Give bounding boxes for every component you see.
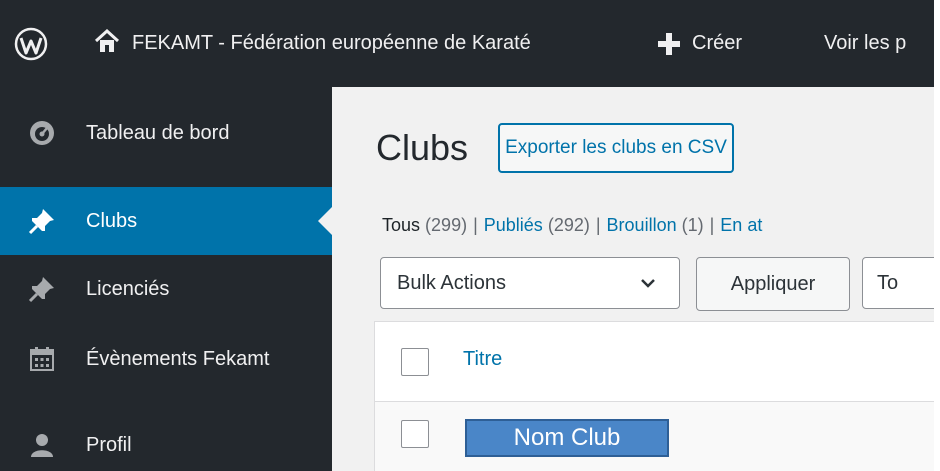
filter-published[interactable]: Publiés (292) (484, 215, 590, 235)
sidebar-item-clubs[interactable]: Clubs (0, 187, 332, 255)
filter-draft-label: Brouillon (606, 215, 677, 235)
site-name-link[interactable]: FEKAMT - Fédération européenne de Karaté (94, 0, 531, 87)
plus-icon (658, 32, 680, 55)
home-icon (94, 28, 120, 59)
sidebar-item-profil[interactable]: Profil (0, 423, 332, 467)
admin-sidebar: Tableau de bord Clubs Licenciés Évènemen… (0, 87, 332, 471)
sidebar-item-label: Profil (86, 433, 132, 456)
posts-table: Titre Nom Club (374, 321, 934, 471)
filter-all[interactable]: Tous (299) (382, 215, 467, 235)
filter-draft[interactable]: Brouillon (1) (607, 215, 704, 235)
sidebar-item-licencies[interactable]: Licenciés (0, 267, 332, 311)
pushpin-icon (28, 207, 56, 235)
status-filter-links: Tous (299) | Publiés (292) | Brouillon (1) | E… (382, 215, 762, 236)
new-content-button[interactable]: Créer (658, 0, 742, 87)
sidebar-item-dashboard[interactable]: Tableau de bord (0, 111, 332, 155)
admin-bar: FEKAMT - Fédération européenne de Karaté… (0, 0, 934, 87)
view-site-label: Voir les p (824, 32, 907, 54)
table-row: Nom Club (375, 402, 934, 471)
apply-button[interactable]: Appliquer (696, 257, 850, 311)
date-filter-select[interactable]: To (862, 257, 934, 309)
select-all-checkbox[interactable] (401, 348, 429, 376)
chevron-down-icon (639, 272, 657, 300)
column-header-title[interactable]: Titre (463, 348, 502, 371)
pushpin-icon (28, 275, 56, 303)
separator: | (473, 215, 478, 235)
filter-all-count: (299) (425, 215, 468, 235)
separator: | (709, 215, 715, 235)
wordpress-icon[interactable] (14, 0, 48, 87)
site-name: FEKAMT - Fédération européenne de Karaté (132, 32, 531, 54)
page-title: Clubs (376, 127, 469, 168)
bulk-actions-select[interactable]: Bulk Actions (380, 257, 680, 309)
active-indicator-arrow (318, 207, 332, 235)
sidebar-item-label: Clubs (86, 209, 138, 232)
main-content: Clubs Exporter les clubs en CSV Tous (29… (332, 87, 934, 471)
row-checkbox[interactable] (401, 420, 429, 448)
calendar-icon (28, 345, 56, 373)
table-header-row: Titre (375, 322, 934, 402)
filter-all-label: Tous (382, 215, 421, 235)
filter-published-label: Publiés (483, 215, 543, 235)
export-csv-button[interactable]: Exporter les clubs en CSV (498, 123, 734, 173)
club-title-link[interactable]: Nom Club (465, 419, 669, 457)
sidebar-item-label: Tableau de bord (86, 121, 230, 144)
view-site-link[interactable]: Voir les p (824, 0, 934, 87)
separator: | (595, 215, 601, 235)
sidebar-item-evenements[interactable]: Évènements Fekamt (0, 337, 332, 381)
bulk-actions-value: Bulk Actions (397, 271, 506, 294)
filter-published-count: (292) (547, 215, 590, 235)
sidebar-item-label: Évènements Fekamt (86, 347, 270, 370)
new-content-label: Créer (692, 32, 743, 54)
dashboard-icon (28, 119, 56, 147)
sidebar-item-label: Licenciés (86, 277, 170, 300)
filter-pending[interactable]: En at (720, 215, 762, 235)
user-icon (28, 431, 56, 459)
filter-draft-count: (1) (681, 215, 704, 235)
